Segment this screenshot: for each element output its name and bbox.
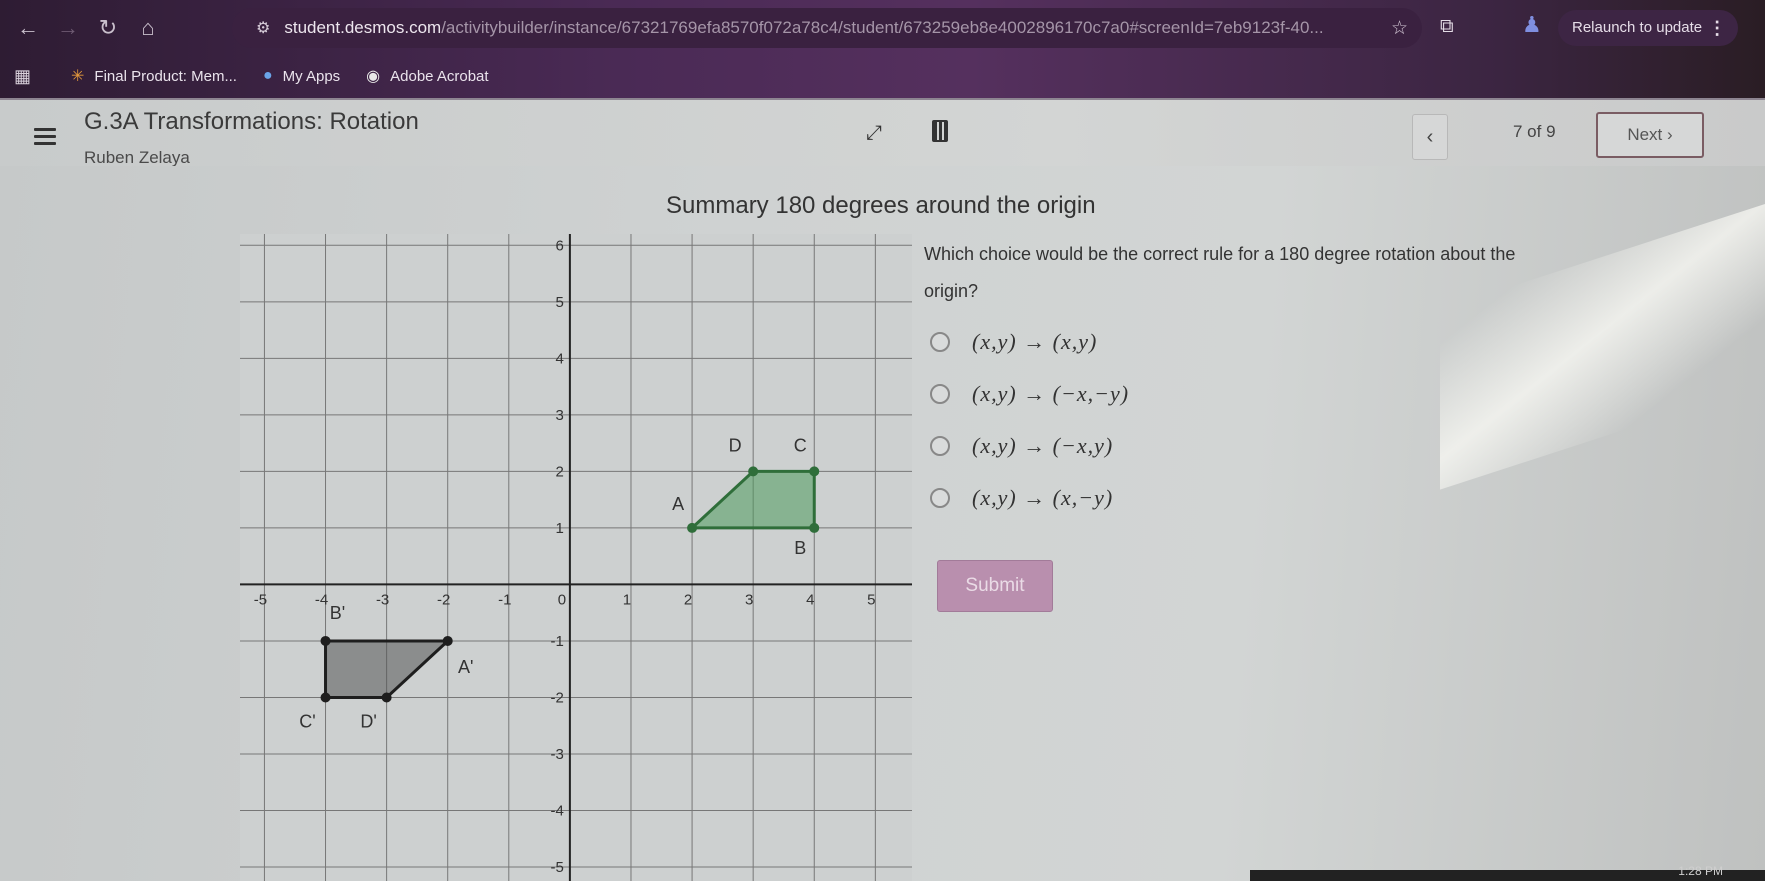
choice-label: (x,y) → (x,y) — [972, 329, 1098, 354]
browser-menu-icon[interactable]: ⋮ — [1708, 10, 1726, 46]
x-tick-label: 5 — [867, 591, 875, 608]
vertex-point — [809, 522, 820, 533]
student-name: Ruben Zelaya — [84, 148, 190, 167]
bookmark-star-icon[interactable]: ☆ — [1391, 17, 1408, 40]
vertex-label: B' — [330, 603, 345, 623]
vertex-label: C — [794, 435, 807, 455]
y-tick-label: 6 — [556, 237, 564, 254]
radio-button[interactable] — [930, 332, 950, 352]
url-path: /activitybuilder/instance/67321769efa857… — [441, 18, 1324, 37]
extensions-icon[interactable]: ⧉ — [1440, 16, 1454, 38]
x-tick-label: 2 — [684, 591, 692, 608]
y-tick-label: -1 — [551, 633, 564, 650]
address-bar[interactable]: ⚙ student.desmos.com /activitybuilder/in… — [232, 8, 1422, 48]
vertex-label: A — [672, 494, 684, 514]
y-tick-label: 1 — [556, 520, 564, 537]
x-tick-label: 1 — [623, 591, 631, 608]
bookmarks-bar: ▦ ✳ Final Product: Mem... ● My Apps ◉ Ad… — [0, 56, 1765, 96]
x-tick-label: 0 — [558, 591, 566, 608]
bookmark-adobe-acrobat[interactable]: ◉ Adobe Acrobat — [366, 66, 488, 86]
screen-content: Summary 180 degrees around the origin -5… — [0, 166, 1765, 881]
x-tick-label: -3 — [376, 591, 389, 608]
y-tick-label: 3 — [556, 407, 564, 424]
system-clock: 1:28 PM — [1678, 864, 1723, 878]
vertex-point — [320, 635, 331, 646]
y-tick-label: 2 — [556, 463, 564, 480]
relaunch-to-update-button[interactable]: Relaunch to update ⋮ — [1558, 10, 1739, 46]
vertex-label: C' — [299, 711, 315, 731]
browser-chrome: ← → ↻ ⌂ ⚙ student.desmos.com /activitybu… — [0, 0, 1765, 100]
y-tick-label: 4 — [556, 350, 564, 367]
choice-option[interactable]: (x,y) → (−x,y) — [930, 420, 1129, 472]
x-tick-label: 4 — [806, 591, 814, 608]
my-apps-icon: ● — [262, 67, 273, 84]
x-tick-label: -4 — [315, 591, 328, 608]
bookmark-my-apps[interactable]: ● My Apps — [263, 67, 340, 85]
activity-title: G.3A Transformations: Rotation — [84, 108, 419, 135]
vertex-point — [748, 466, 759, 477]
choice-option[interactable]: (x,y) → (−x,−y) — [930, 368, 1129, 420]
screen-title: Summary 180 degrees around the origin — [666, 192, 1096, 219]
choice-option[interactable]: (x,y) → (x,−y) — [930, 472, 1129, 524]
x-tick-label: -1 — [498, 591, 511, 608]
back-button[interactable]: ← — [8, 15, 48, 41]
asterisk-icon: ✳ — [71, 68, 85, 85]
relaunch-label: Relaunch to update — [1572, 19, 1703, 36]
browser-toolbar: ← → ↻ ⌂ ⚙ student.desmos.com /activitybu… — [0, 0, 1765, 56]
graph-background — [240, 234, 912, 881]
activity-header: G.3A Transformations: Rotation Ruben Zel… — [0, 98, 1765, 167]
home-button[interactable]: ⌂ — [128, 15, 168, 41]
submit-button[interactable]: Submit — [937, 560, 1053, 612]
coordinate-graph[interactable]: -5 -4 -3 -2 -1 0 1 2 3 4 5 6 5 4 3 2 1 -1 -2 -3 -4 -5 A B C D A' B… — [240, 234, 912, 881]
bookmark-label: My Apps — [282, 67, 341, 85]
grid-lines — [240, 234, 912, 881]
bookmark-final-product[interactable]: ✳ Final Product: Mem... — [71, 66, 237, 86]
profile-icon[interactable]: ♟ — [1522, 12, 1542, 38]
calculator-icon[interactable] — [932, 120, 948, 142]
radio-button[interactable] — [930, 384, 950, 404]
y-tick-label: -3 — [551, 746, 564, 763]
x-tick-label: -2 — [437, 591, 450, 608]
forward-button[interactable]: → — [48, 15, 88, 41]
radio-button[interactable] — [930, 436, 950, 456]
radio-button[interactable] — [930, 488, 950, 508]
y-tick-label: -5 — [551, 859, 564, 876]
page-counter: 7 of 9 — [1513, 122, 1556, 141]
acrobat-icon: ◉ — [366, 68, 381, 85]
vertex-label: D' — [360, 711, 376, 731]
question-text: Which choice would be the correct rule f… — [924, 244, 1516, 301]
vertex-point — [320, 692, 331, 703]
choice-label: (x,y) → (−x,−y) — [972, 381, 1130, 406]
choice-label: (x,y) → (x,−y) — [972, 485, 1114, 510]
next-screen-button[interactable]: Next › — [1596, 112, 1704, 158]
vertex-label: B — [794, 538, 806, 558]
reload-button[interactable]: ↻ — [88, 15, 128, 41]
apps-grid-icon[interactable]: ▦ — [14, 66, 31, 87]
vertex-label: A' — [458, 657, 473, 677]
y-tick-label: -4 — [551, 803, 564, 820]
menu-icon[interactable] — [34, 128, 56, 149]
y-tick-label: 5 — [556, 294, 564, 311]
vertex-point — [809, 466, 820, 477]
x-tick-label: -5 — [254, 591, 267, 608]
choice-option[interactable]: (x,y) → (x,y) — [930, 316, 1129, 368]
previous-screen-button[interactable]: ‹ — [1412, 114, 1448, 160]
vertex-label: D — [729, 435, 742, 455]
y-tick-label: -2 — [551, 689, 564, 706]
choice-list: (x,y) → (x,y) (x,y) → (−x,−y) (x,y) → (−… — [930, 316, 1129, 524]
vertex-point — [381, 692, 392, 703]
vertex-point — [442, 635, 453, 646]
bookmark-label: Final Product: Mem... — [94, 67, 237, 85]
choice-label: (x,y) → (−x,y) — [972, 433, 1114, 458]
site-info-icon[interactable]: ⚙ — [256, 18, 270, 38]
fullscreen-icon[interactable]: ⤢ — [866, 122, 882, 145]
vertex-point — [687, 522, 698, 533]
url-host: student.desmos.com — [284, 18, 442, 37]
x-tick-label: 3 — [745, 591, 753, 608]
bookmark-label: Adobe Acrobat — [390, 67, 489, 85]
